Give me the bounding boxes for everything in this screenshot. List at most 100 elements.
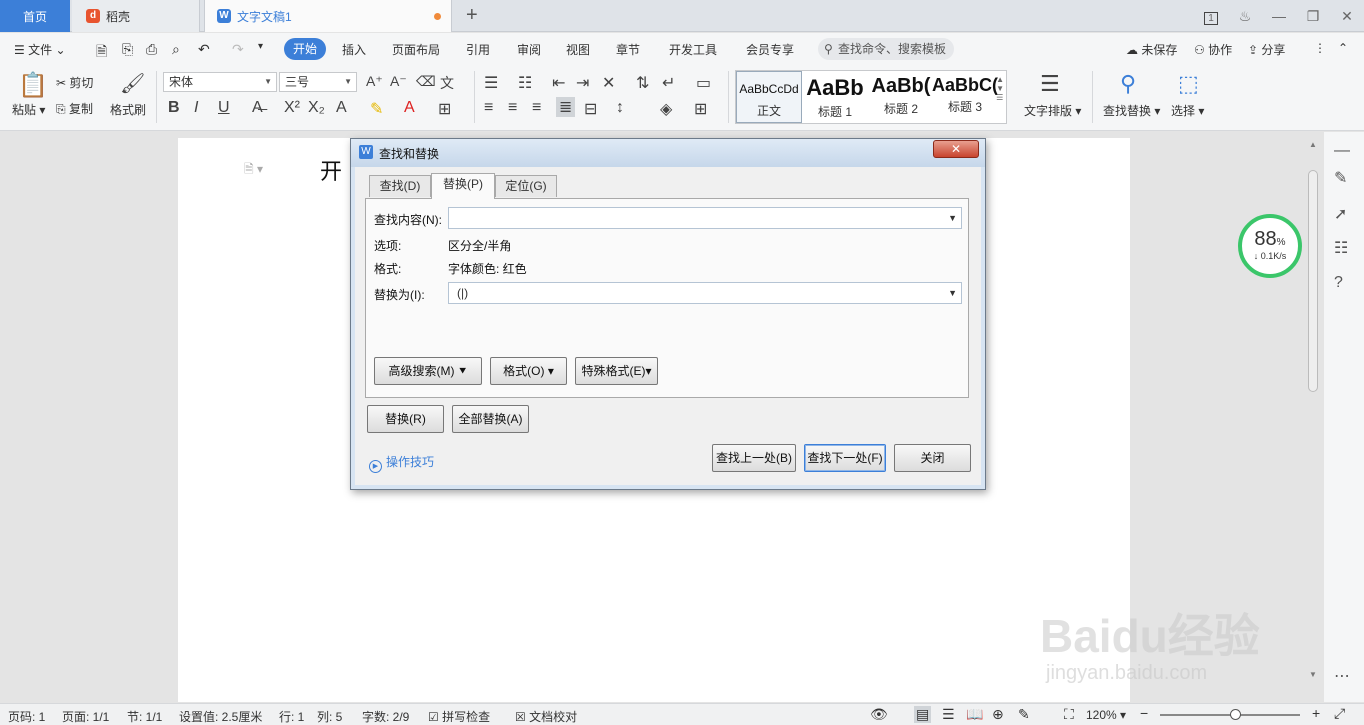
status-section[interactable]: 节: 1/1	[127, 708, 162, 725]
status-setting[interactable]: 设置值: 2.5厘米	[179, 708, 262, 725]
page-view-icon[interactable]: ▤	[914, 706, 932, 723]
more-icon[interactable]: ⋮	[1314, 41, 1326, 55]
undo-icon[interactable]: ↶	[198, 41, 210, 58]
subscript-icon[interactable]: X₂	[308, 99, 325, 117]
scroll-down-icon[interactable]: ▼	[1309, 670, 1317, 679]
copy-button[interactable]: ⎘ 复制	[56, 100, 93, 117]
menu-tab-view[interactable]: 视图	[566, 41, 590, 58]
tab-document[interactable]: W 文字文稿1	[204, 0, 452, 32]
scroll-thumb[interactable]	[1308, 170, 1318, 392]
advanced-search-button[interactable]: 高级搜索(M) ⯆	[374, 357, 482, 385]
style-heading-3[interactable]: AaBbC( 标题 3	[932, 71, 998, 123]
eye-protect-icon[interactable]: 👁	[870, 706, 888, 723]
find-input[interactable]: ▼	[448, 207, 962, 229]
tab-goto[interactable]: 定位(G)	[495, 175, 557, 197]
dialog-titlebar[interactable]: W 查找和替换 ✕	[351, 139, 985, 167]
pen-icon[interactable]: ✎	[1334, 168, 1347, 188]
redo-icon[interactable]: ↷	[232, 41, 244, 58]
export-icon[interactable]: ⎘	[122, 41, 133, 58]
status-page-number[interactable]: 页码: 1	[8, 708, 45, 725]
network-speed-widget[interactable]: 88% ↓ 0.1K/s	[1238, 214, 1302, 278]
document-text[interactable]: 开	[320, 154, 342, 186]
menu-tab-insert[interactable]: 插入	[342, 41, 366, 58]
style-heading-1[interactable]: AaBb 标题 1	[802, 71, 868, 123]
menu-tab-chapter[interactable]: 章节	[616, 41, 640, 58]
distributed-icon[interactable]: ⊟	[584, 99, 597, 119]
format-button[interactable]: 格式(O) ▾	[490, 357, 567, 385]
cursor-icon[interactable]: ➚	[1334, 204, 1347, 224]
tab-replace[interactable]: 替换(P)	[431, 173, 495, 199]
align-left-icon[interactable]: ≡	[484, 99, 493, 117]
decrease-indent-icon[interactable]: ⇤	[552, 73, 565, 93]
menu-tab-layout[interactable]: 页面布局	[392, 41, 440, 58]
zoom-out-icon[interactable]: −	[1140, 705, 1148, 721]
print-icon[interactable]: ⎙	[146, 41, 157, 58]
share-button[interactable]: ⇪ 分享	[1248, 41, 1285, 58]
increase-indent-icon[interactable]: ⇥	[576, 73, 589, 93]
close-window-icon[interactable]: ✕	[1330, 8, 1364, 25]
highlight-icon[interactable]: ✎	[370, 99, 383, 119]
menu-tab-references[interactable]: 引用	[466, 41, 490, 58]
status-row[interactable]: 行: 1	[279, 708, 304, 725]
help-icon[interactable]: ?	[1334, 274, 1343, 292]
menu-tab-member[interactable]: 会员专享	[746, 41, 794, 58]
collaborate-button[interactable]: ⚇ 协作	[1194, 41, 1232, 58]
zoom-level[interactable]: 120% ▾	[1086, 708, 1126, 722]
chevron-down-icon[interactable]: ▼	[948, 283, 957, 303]
find-next-button[interactable]: 查找下一处(F)	[804, 444, 886, 472]
tab-count-icon[interactable]: 1	[1194, 8, 1228, 25]
cut-button[interactable]: ✂ 剪切	[56, 74, 93, 91]
italic-icon[interactable]: I	[194, 99, 198, 117]
format-painter-icon[interactable]: 🖌	[120, 71, 145, 96]
unsaved-status[interactable]: ☁ 未保存	[1126, 41, 1177, 58]
format-painter-button[interactable]: 格式刷	[110, 101, 146, 118]
chinese-layout-icon[interactable]: ✕	[602, 73, 615, 93]
tab-daoke[interactable]: d 稻壳	[72, 0, 200, 32]
special-format-button[interactable]: 特殊格式(E)▾	[575, 357, 658, 385]
tab-home[interactable]: 首页	[0, 0, 70, 32]
dialog-close-button[interactable]: ✕	[933, 140, 979, 158]
web-view-icon[interactable]: ⊕	[992, 706, 1004, 723]
save-icon[interactable]: 🗎	[96, 41, 107, 65]
align-center-icon[interactable]: ≡	[508, 99, 517, 117]
outline-view-icon[interactable]: ☰	[942, 706, 955, 723]
bold-icon[interactable]: B	[168, 99, 180, 117]
font-name-select[interactable]: 宋体 ▼	[163, 72, 277, 92]
show-marks-icon[interactable]: ↵	[662, 73, 675, 93]
borders-icon[interactable]: ⊞	[694, 99, 707, 119]
superscript-icon[interactable]: X²	[284, 99, 300, 117]
underline-icon[interactable]: U	[218, 99, 230, 117]
grow-font-icon[interactable]: A⁺	[366, 73, 383, 90]
scroll-up-icon[interactable]: ▲	[1309, 140, 1317, 149]
fullscreen-icon[interactable]: ⤢	[1334, 705, 1345, 722]
find-replace-button[interactable]: 查找替换 ▾	[1103, 102, 1160, 119]
font-size-select[interactable]: 三号 ▼	[279, 72, 357, 92]
maximize-icon[interactable]: ❐	[1296, 8, 1330, 25]
menu-tab-start[interactable]: 开始	[284, 38, 326, 60]
tips-link[interactable]: ▶ 操作技巧	[369, 453, 434, 473]
find-previous-button[interactable]: 查找上一处(B)	[712, 444, 796, 472]
command-search[interactable]: ⚲ 查找命令、搜索模板	[818, 38, 954, 60]
sort-icon[interactable]: ⇅	[636, 73, 649, 93]
style-heading-2[interactable]: AaBb( 标题 2	[868, 71, 934, 123]
paragraph-handle-icon[interactable]: 🗎 ▾	[244, 160, 263, 181]
strikethrough-icon[interactable]: A̶	[252, 99, 263, 117]
zoom-in-icon[interactable]: +	[1312, 705, 1320, 721]
file-menu[interactable]: ☰ 文件 ⌄	[14, 41, 66, 58]
select-button[interactable]: 选择 ▾	[1171, 102, 1204, 119]
panel-collapse-icon[interactable]: —	[1334, 142, 1350, 160]
clear-format-icon[interactable]: ⌫	[416, 73, 436, 90]
shading-icon[interactable]: ◈	[660, 99, 672, 119]
doc-proofread-button[interactable]: ☒ 文档校对	[515, 708, 577, 725]
justify-icon[interactable]: ≣	[556, 97, 576, 117]
menu-tab-developer[interactable]: 开发工具	[669, 41, 717, 58]
status-word-count[interactable]: 字数: 2/9	[362, 708, 409, 725]
find-replace-icon[interactable]: ⚲	[1120, 71, 1136, 97]
numbered-list-icon[interactable]: ☷	[518, 73, 532, 93]
fit-page-icon[interactable]: ⛶	[1064, 706, 1074, 723]
collapse-ribbon-icon[interactable]: ⌃	[1338, 41, 1348, 55]
zoom-slider-knob[interactable]	[1230, 709, 1241, 720]
bullet-list-icon[interactable]: ☰	[484, 73, 498, 93]
pen-mode-icon[interactable]: ✎	[1018, 706, 1030, 723]
phonetic-icon[interactable]: 文	[440, 73, 454, 93]
